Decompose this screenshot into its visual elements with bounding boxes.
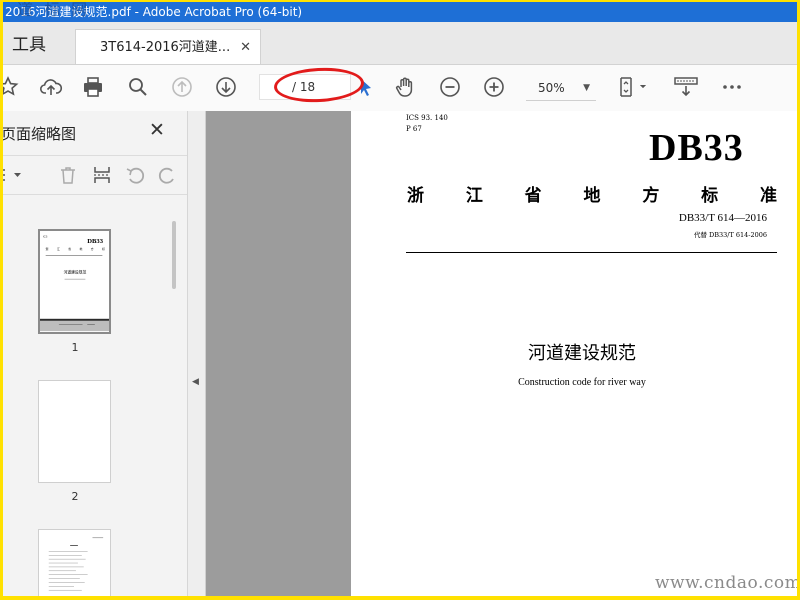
page-thumbnail-2[interactable] [38, 380, 111, 483]
document-english-title: Construction code for river way [518, 377, 646, 388]
main-toolbar: / 18 50% ▼ [3, 65, 797, 112]
document-tab[interactable]: 3T614-2016河道建... ✕ [75, 29, 261, 64]
thumbnail-1-preview: ICS DB33 浙 江 省 地 方 标 准 河道建设规范 [40, 235, 116, 332]
thumbnail-panel: 页面缩略图 ✕ ICS DB33 浙 江 省 地 方 标 河道建设规范 1 2 [3, 111, 188, 596]
document-tab-label: 3T614-2016河道建... [100, 40, 231, 55]
hand-icon[interactable] [393, 74, 419, 100]
page-thumbnail-3[interactable] [38, 529, 111, 596]
classification-code: P 67 [406, 125, 422, 133]
document-background [206, 111, 351, 596]
window-titlebar: 2016河道建设规范.pdf - Adobe Acrobat Pro (64-b… [3, 2, 797, 22]
collapse-arrow-icon[interactable]: ◀ [192, 377, 199, 387]
star-icon[interactable] [3, 74, 21, 100]
thumbnail-number-1: 1 [71, 341, 79, 354]
standard-type-char: 标 [701, 186, 719, 206]
rotate-right-icon[interactable] [157, 164, 179, 186]
pdf-page: ICS 93. 140 P 67 DB33 浙 江 省 地 方 标 准 DB33… [351, 111, 797, 596]
extract-pages-icon[interactable] [91, 164, 113, 186]
titlebar-watermark: 道 标 网 [17, 2, 91, 19]
header-rule [406, 252, 777, 253]
thumbnail-3-preview [48, 537, 104, 591]
svg-text:DB33: DB33 [87, 238, 103, 245]
standard-code-header: DB33 [649, 127, 744, 169]
acrobat-window: 2016河道建设规范.pdf - Adobe Acrobat Pro (64-b… [3, 2, 797, 596]
tab-bar: 工具 3T614-2016河道建... ✕ [3, 22, 797, 65]
page-thumbnail-1[interactable]: ICS DB33 浙 江 省 地 方 标 准 河道建设规范 [38, 229, 116, 334]
more-icon[interactable] [719, 74, 745, 100]
thumbnail-number-2: 2 [71, 490, 79, 503]
page-up-icon[interactable] [169, 74, 195, 100]
panel-toolbar [3, 155, 187, 195]
close-tab-icon[interactable]: ✕ [240, 30, 251, 66]
ics-block: ICS 93. 140 P 67 [406, 113, 448, 135]
zoom-out-icon[interactable] [437, 74, 463, 100]
standard-type-char: 浙 [407, 186, 424, 206]
tools-tab[interactable]: 工具 [3, 22, 73, 64]
standard-type-char: 省 [524, 186, 542, 206]
replaces-note: 代替 DB33/T 614-2006 [693, 231, 767, 239]
zoom-in-icon[interactable] [481, 74, 507, 100]
standard-type-char: 江 [465, 186, 483, 206]
svg-text:河道建设规范: 河道建设规范 [64, 269, 87, 274]
delete-icon[interactable] [57, 164, 79, 186]
print-icon[interactable] [80, 74, 106, 100]
search-icon[interactable] [125, 74, 151, 100]
standard-number: DB33/T 614—2016 [678, 212, 767, 224]
svg-text:ICS: ICS [43, 235, 48, 239]
close-panel-icon[interactable]: ✕ [149, 119, 165, 141]
cloud-upload-icon[interactable] [38, 74, 64, 100]
document-title: 河道建设规范 [528, 343, 636, 364]
site-watermark: www.cndao.com [655, 573, 797, 593]
standard-type-char: 地 [583, 186, 601, 206]
fit-page-icon[interactable] [615, 74, 651, 100]
panel-collapse-strip[interactable]: ◀ [188, 111, 206, 596]
scroll-mode-icon[interactable] [671, 74, 701, 100]
page-down-icon[interactable] [213, 74, 239, 100]
options-menu-icon[interactable] [3, 164, 25, 186]
standard-type-char: 准 [759, 186, 777, 206]
standard-type-char: 方 [642, 186, 660, 206]
panel-scrollbar[interactable] [172, 221, 176, 289]
ics-code: ICS 93. 140 [406, 114, 448, 122]
panel-title: 页面缩略图 [3, 125, 77, 143]
svg-text:浙 江 省 地 方 标 准: 浙 江 省 地 方 标 准 [46, 247, 109, 251]
rotate-left-icon[interactable] [124, 164, 146, 186]
chevron-down-icon: ▼ [583, 83, 590, 93]
zoom-value: 50% [538, 81, 565, 95]
standard-type-title: 浙 江 省 地 方 标 准 [407, 181, 777, 206]
zoom-select[interactable]: 50% ▼ [526, 75, 596, 101]
